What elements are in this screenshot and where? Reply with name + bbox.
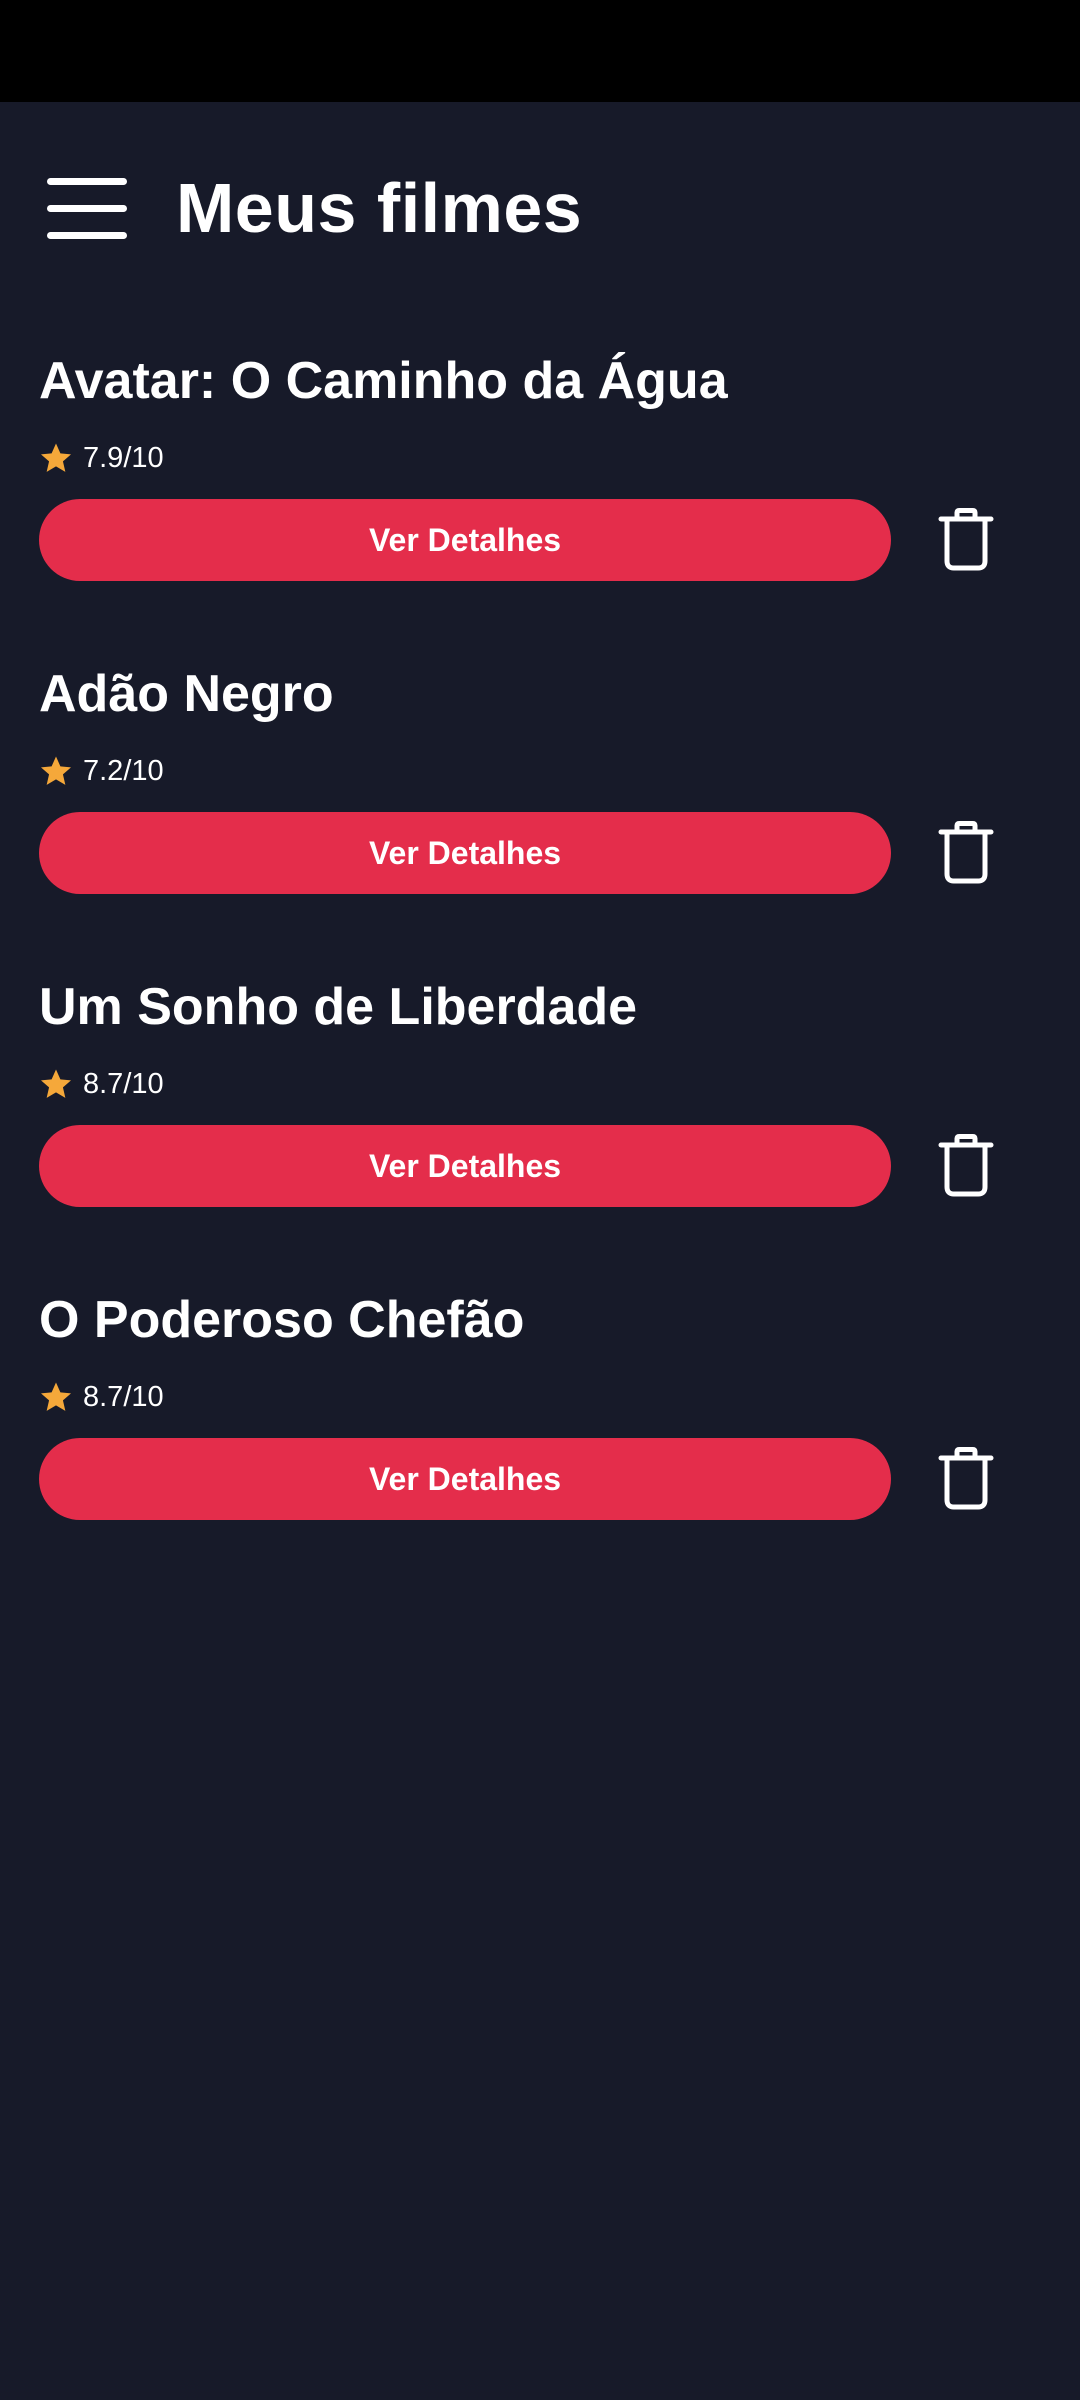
rating-value: 7.2/10 (83, 755, 164, 787)
movie-title: Adão Negro (39, 665, 334, 723)
app-header: Meus filmes (0, 102, 1080, 320)
movie-list: Avatar: O Caminho da Água 7.9/10 Ver Det… (0, 340, 1080, 1592)
movie-rating: 7.2/10 (39, 751, 164, 791)
details-button[interactable]: Ver Detalhes (39, 499, 891, 581)
star-icon (40, 443, 72, 472)
delete-button[interactable] (930, 813, 1002, 893)
details-button[interactable]: Ver Detalhes (39, 1125, 891, 1207)
movie-item: O Poderoso Chefão 8.7/10 Ver Detalhes (0, 1279, 1080, 1592)
status-bar (0, 0, 1080, 102)
trash-icon (938, 508, 994, 571)
star-icon (40, 756, 72, 785)
delete-button[interactable] (930, 1126, 1002, 1206)
movie-title: Avatar: O Caminho da Água (39, 352, 728, 410)
movie-title: Um Sonho de Liberdade (39, 978, 638, 1036)
trash-icon (938, 821, 994, 884)
movie-rating: 7.9/10 (39, 438, 164, 478)
star-icon (40, 1069, 72, 1098)
menu-button[interactable] (40, 172, 140, 246)
movie-item: Um Sonho de Liberdade 8.7/10 Ver Detalhe… (0, 966, 1080, 1279)
movie-rating: 8.7/10 (39, 1064, 164, 1104)
trash-icon (938, 1447, 994, 1510)
movie-rating: 8.7/10 (39, 1377, 164, 1417)
details-button[interactable]: Ver Detalhes (39, 812, 891, 894)
star-icon (40, 1382, 72, 1411)
details-button[interactable]: Ver Detalhes (39, 1438, 891, 1520)
rating-value: 8.7/10 (83, 1381, 164, 1413)
delete-button[interactable] (930, 500, 1002, 580)
movie-item: Adão Negro 7.2/10 Ver Detalhes (0, 653, 1080, 966)
movie-title: O Poderoso Chefão (39, 1291, 525, 1349)
rating-value: 7.9/10 (83, 442, 164, 474)
trash-icon (938, 1134, 994, 1197)
hamburger-menu-icon (47, 178, 127, 239)
page-title: Meus filmes (176, 169, 583, 247)
rating-value: 8.7/10 (83, 1068, 164, 1100)
delete-button[interactable] (930, 1439, 1002, 1519)
movie-item: Avatar: O Caminho da Água 7.9/10 Ver Det… (0, 340, 1080, 653)
